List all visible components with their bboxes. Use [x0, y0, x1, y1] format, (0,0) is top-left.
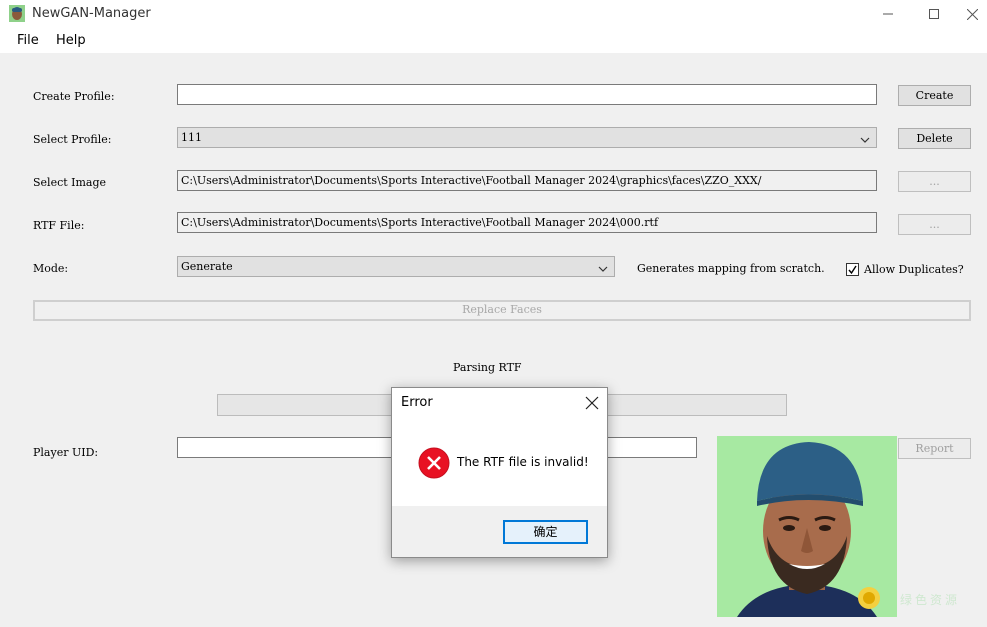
watermark: 绿色资源	[900, 593, 961, 607]
dialog-message: The RTF file is invalid!	[457, 455, 589, 469]
mode-dropdown[interactable]: Generate	[177, 256, 615, 277]
menu-file[interactable]: File	[17, 33, 39, 48]
status-text: Parsing RTF	[453, 361, 522, 374]
maximize-button[interactable]	[911, 0, 957, 28]
checkmark-icon	[848, 265, 857, 275]
select-profile-label: Select Profile:	[33, 133, 112, 146]
select-image-label: Select Image	[33, 176, 107, 189]
window-title: NewGAN-Manager	[32, 6, 151, 21]
create-profile-label: Create Profile:	[33, 90, 115, 103]
create-button[interactable]: Create	[898, 85, 971, 106]
minimize-button[interactable]	[865, 0, 911, 28]
close-window-button[interactable]	[957, 0, 987, 28]
title-bar: NewGAN-Manager	[0, 0, 987, 28]
select-profile-value: 111	[181, 131, 202, 144]
error-icon	[418, 447, 450, 479]
error-dialog: Error The RTF file is invalid! 确定	[391, 387, 608, 558]
allow-duplicates-label[interactable]: Allow Duplicates?	[864, 263, 964, 276]
mode-description: Generates mapping from scratch.	[637, 262, 825, 275]
rtf-file-path[interactable]: C:\Users\Administrator\Documents\Sports …	[177, 212, 877, 233]
chevron-down-icon	[598, 260, 608, 272]
dialog-title: Error	[401, 395, 433, 410]
app-icon	[9, 5, 25, 22]
browse-rtf-button[interactable]: ...	[898, 214, 971, 235]
dialog-footer: 确定	[392, 506, 607, 557]
select-image-path[interactable]: C:\Users\Administrator\Documents\Sports …	[177, 170, 877, 191]
ok-button[interactable]: 确定	[503, 520, 588, 544]
create-profile-input[interactable]	[177, 84, 877, 105]
browse-image-button[interactable]: ...	[898, 171, 971, 192]
select-profile-dropdown[interactable]: 111	[177, 127, 877, 148]
mode-value: Generate	[181, 260, 233, 273]
player-uid-label: Player UID:	[33, 446, 99, 459]
rtf-file-label: RTF File:	[33, 219, 85, 232]
delete-button[interactable]: Delete	[898, 128, 971, 149]
menu-help[interactable]: Help	[56, 33, 86, 48]
chevron-down-icon	[860, 131, 870, 143]
allow-duplicates-checkbox[interactable]	[846, 263, 859, 276]
menu-bar: File Help	[0, 28, 987, 54]
replace-faces-button[interactable]: Replace Faces	[33, 300, 971, 321]
report-button[interactable]: Report	[898, 438, 971, 459]
mode-label: Mode:	[33, 262, 69, 275]
close-icon[interactable]	[585, 395, 599, 410]
player-face-image	[717, 436, 897, 617]
